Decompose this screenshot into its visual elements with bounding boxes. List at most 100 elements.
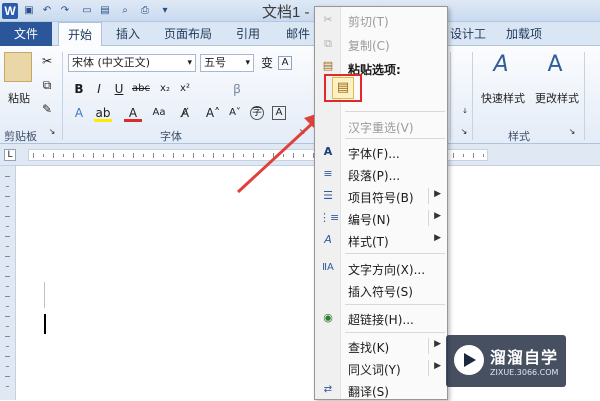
ruler-tick: [483, 154, 484, 157]
group-separator: [584, 52, 585, 140]
menu-item-font[interactable]: A 字体(F)...: [315, 141, 449, 163]
font-icon: A: [323, 145, 333, 158]
tab-file[interactable]: 文件: [0, 22, 52, 46]
format-painter-icon[interactable]: ✎: [38, 100, 56, 118]
char-border-icon[interactable]: A: [278, 56, 292, 70]
tab-page-layout[interactable]: 页面布局: [158, 22, 218, 46]
customize-toolbar-icon[interactable]: ▾: [158, 4, 172, 18]
superscript-icon[interactable]: x²: [176, 80, 194, 98]
menu-item-translate-label: 翻译(S): [348, 385, 389, 399]
change-styles-icon[interactable]: A: [540, 52, 570, 84]
menu-item-numbering-label: 编号(N): [348, 213, 391, 227]
menu-item-styles[interactable]: A 样式(T) ▶: [315, 229, 449, 251]
ruler-tick: [5, 256, 10, 257]
ruler-tick: [5, 356, 10, 357]
menu-item-copy[interactable]: ⧉ 复制(C): [315, 33, 449, 55]
tab-mailings[interactable]: 邮件: [278, 22, 318, 46]
phonetic-guide-icon[interactable]: ꞵ: [228, 80, 246, 98]
menu-item-insert-symbol[interactable]: 插入符号(S): [315, 279, 449, 301]
menu-item-text-direction-label: 文字方向(X)...: [348, 263, 426, 277]
ruler-tick: [63, 154, 64, 157]
italic-icon[interactable]: I: [90, 80, 108, 98]
paragraph-icon: ≡: [323, 167, 333, 180]
group-separator: [450, 52, 451, 140]
change-case-icon[interactable]: 变: [258, 54, 276, 72]
menu-item-synonyms[interactable]: 同义词(Y) ▶: [315, 357, 449, 379]
clipboard-launcher-icon[interactable]: ↘: [46, 126, 58, 138]
styles-launcher-icon[interactable]: ↘: [566, 126, 578, 138]
ruler-tick: [453, 153, 454, 158]
group-separator: [62, 52, 63, 140]
group-separator: [472, 52, 473, 140]
save-icon[interactable]: ▣: [22, 4, 36, 18]
undo-icon[interactable]: ↶: [40, 4, 54, 18]
copy-icon[interactable]: ⧉: [38, 76, 56, 94]
print-preview-icon[interactable]: ⌕: [118, 4, 132, 18]
strikethrough-icon[interactable]: abc: [132, 80, 150, 98]
menu-item-numbering[interactable]: ⋮≡ 编号(N) ▶: [315, 207, 449, 229]
paste-icon[interactable]: [4, 52, 32, 82]
redo-icon[interactable]: ↷: [58, 4, 72, 18]
text-cursor: [44, 314, 46, 334]
menu-separator: [345, 304, 445, 305]
font-size-toggle-icon[interactable]: Aa: [150, 104, 168, 122]
hyperlink-globe-icon: ◉: [323, 311, 333, 324]
tab-references[interactable]: 引用: [228, 22, 268, 46]
translate-icon: ⇄: [323, 384, 333, 395]
cut-icon[interactable]: ✂: [38, 52, 56, 70]
change-styles-button[interactable]: 更改样式: [530, 90, 584, 106]
font-size-combo[interactable]: 五号 ▾: [200, 54, 254, 72]
highlight-color-icon[interactable]: ab: [94, 104, 112, 122]
paste-button[interactable]: 粘贴: [2, 90, 36, 106]
submenu-arrow-icon: ▶: [434, 211, 441, 221]
menu-item-lookup[interactable]: 查找(K) ▶: [315, 335, 449, 357]
tab-selector-icon[interactable]: L: [4, 149, 16, 161]
menu-item-paragraph[interactable]: ≡ 段落(P)...: [315, 163, 449, 185]
font-color-icon[interactable]: A: [124, 104, 142, 122]
ruler-tick: [203, 154, 204, 157]
margin-corner-mark: [44, 282, 45, 308]
underline-icon[interactable]: U: [110, 80, 128, 98]
ruler-tick: [103, 154, 104, 157]
vertical-ruler[interactable]: [0, 166, 16, 400]
tab-insert[interactable]: 插入: [108, 22, 148, 46]
menu-item-hyperlink[interactable]: ◉ 超链接(H)...: [315, 307, 449, 329]
print-icon[interactable]: ⎙: [138, 4, 152, 18]
title-bar: W ▣ ↶ ↷ ▭ ▤ ⌕ ⎙ ▾ 文档1 - Microsoft Word: [0, 0, 600, 22]
scissors-icon: ✂: [323, 13, 333, 26]
menu-separator: [345, 332, 445, 333]
clear-format-icon[interactable]: A̸: [176, 104, 194, 122]
keep-source-formatting-paste-icon[interactable]: ▤: [332, 77, 354, 99]
paragraph-launcher-icon[interactable]: ↘: [458, 126, 470, 138]
menu-item-text-direction[interactable]: ⅡA 文字方向(X)...: [315, 257, 449, 279]
ruler-tick: [5, 336, 10, 337]
ruler-tick: [6, 306, 9, 307]
copy-icon: ⧉: [324, 37, 332, 50]
menu-item-cut[interactable]: ✂ 剪切(T): [315, 9, 449, 31]
ruler-tick: [5, 176, 10, 177]
ruler-tick: [6, 186, 9, 187]
subscript-icon[interactable]: x₂: [156, 80, 174, 98]
quick-styles-button[interactable]: 快速样式: [478, 90, 528, 106]
tab-add-ins[interactable]: 加载项: [498, 22, 550, 46]
tab-home[interactable]: 开始: [58, 22, 102, 47]
ruler-tick: [473, 153, 474, 158]
font-name-combo[interactable]: 宋体 (中文正文) ▾: [68, 54, 196, 72]
tab-design-tools[interactable]: 设计工具: [448, 22, 488, 65]
text-effects-icon[interactable]: A: [70, 104, 88, 122]
menu-item-reconvert[interactable]: 汉字重选(V): [315, 115, 449, 137]
ruler-tick: [153, 153, 154, 158]
word-app-icon[interactable]: W: [2, 3, 18, 19]
new-document-icon[interactable]: ▭: [80, 4, 94, 18]
bold-icon[interactable]: B: [70, 80, 88, 98]
ruler-tick: [6, 346, 9, 347]
menu-item-translate[interactable]: ⇄ 翻译(S): [315, 379, 449, 401]
play-logo-icon: [454, 345, 484, 375]
quick-styles-icon[interactable]: A: [486, 52, 516, 84]
menu-separator: [345, 111, 445, 112]
menu-item-paragraph-label: 段落(P)...: [348, 169, 401, 183]
menu-item-bullets[interactable]: ☰ 项目符号(B) ▶: [315, 185, 449, 207]
open-folder-icon[interactable]: ▤: [98, 4, 112, 18]
submenu-arrow-icon: ▶: [434, 189, 441, 199]
grow-font-icon[interactable]: A˄: [204, 104, 222, 122]
